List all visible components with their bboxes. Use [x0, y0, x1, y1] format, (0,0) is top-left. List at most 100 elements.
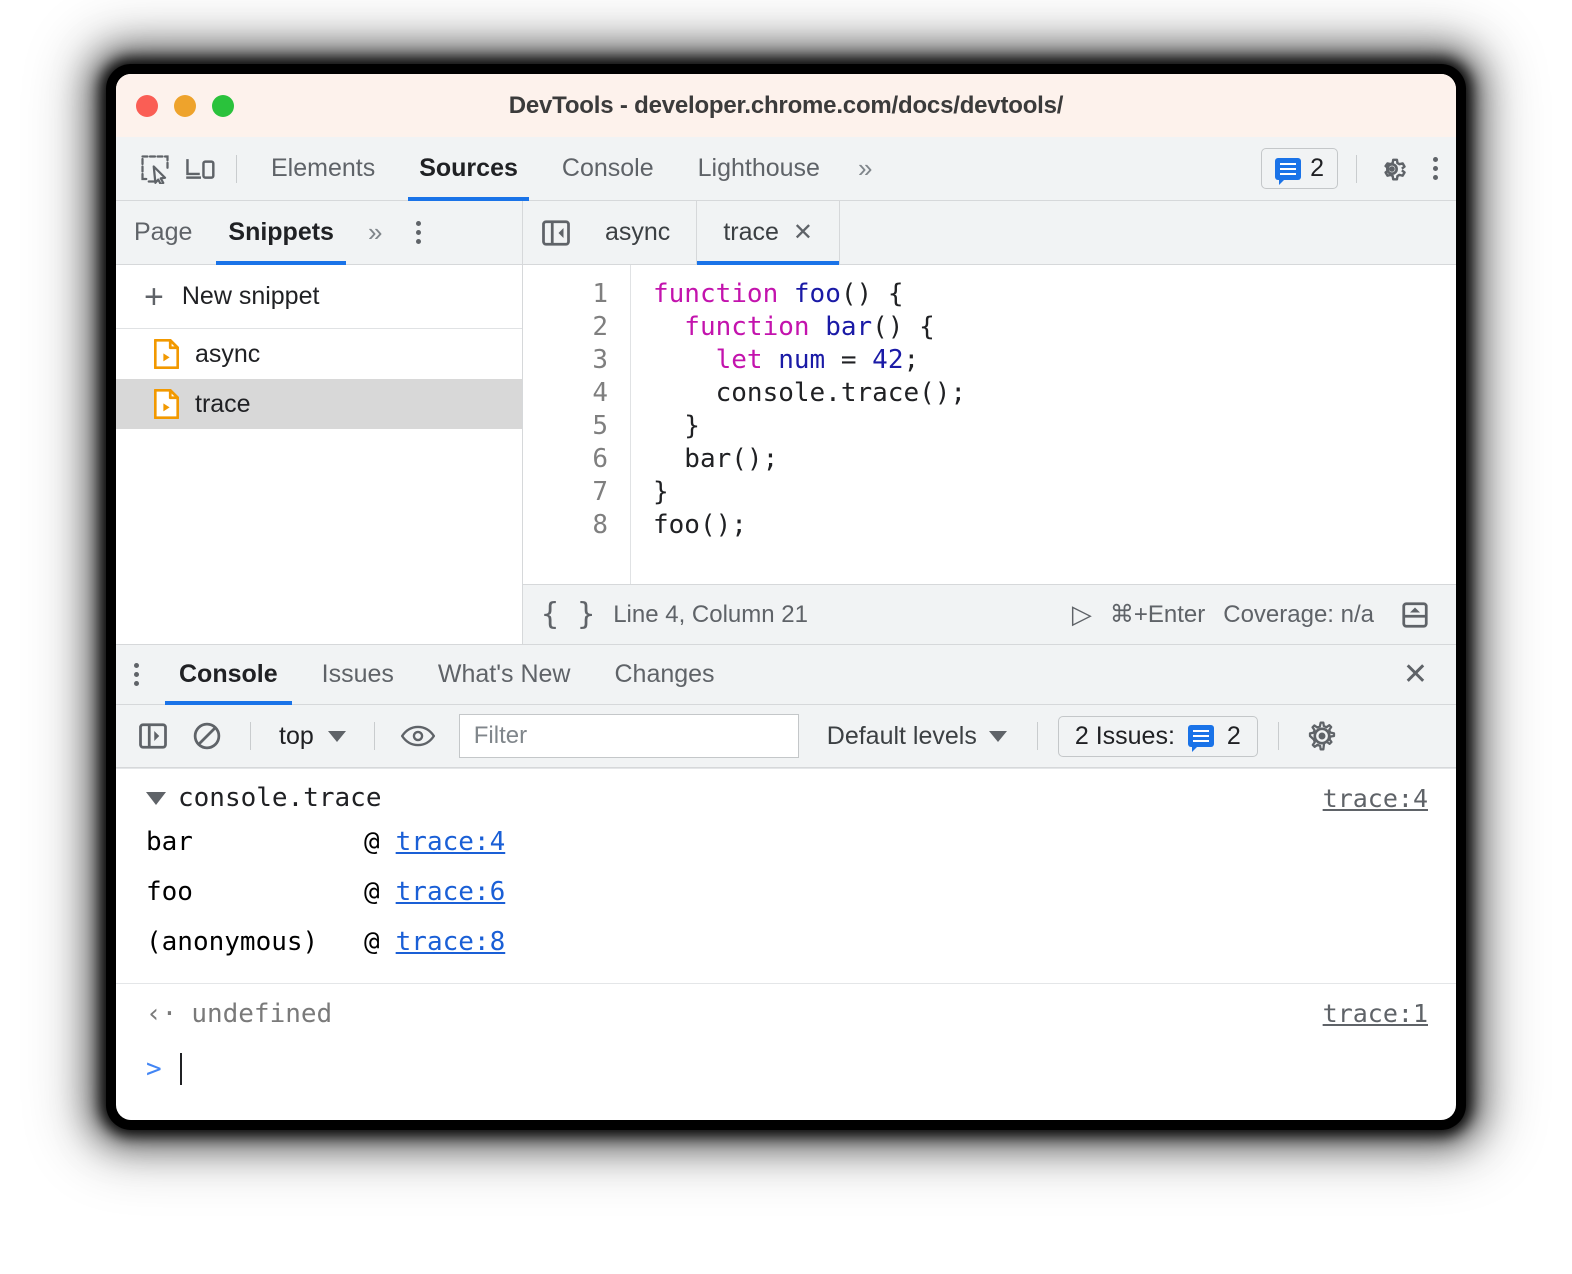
toolbar-divider-2 — [1356, 154, 1357, 183]
toolbar-divider — [236, 154, 237, 183]
title-bar: DevTools - developer.chrome.com/docs/dev… — [116, 74, 1456, 137]
more-tabs-icon[interactable]: » — [842, 153, 888, 184]
disclosure-triangle-icon[interactable] — [146, 791, 166, 805]
frame-function-name: bar — [146, 827, 193, 857]
code-line: function bar() { — [653, 312, 935, 342]
code-line: foo(); — [653, 510, 747, 540]
line-number: 8 — [592, 510, 608, 540]
plus-icon: + — [144, 277, 164, 316]
new-snippet-button[interactable]: + New snippet — [116, 265, 522, 329]
console-issues-count: 2 — [1226, 721, 1241, 750]
return-arrow-icon: ‹· — [146, 998, 178, 1029]
run-snippet-icon[interactable]: ▷ — [1072, 599, 1092, 630]
close-drawer-icon[interactable]: ✕ — [1403, 657, 1428, 692]
filter-placeholder: Filter — [473, 722, 528, 749]
tab-elements[interactable]: Elements — [249, 137, 397, 201]
sidebar-more-tabs-icon[interactable]: » — [352, 217, 398, 248]
stack-frame: foo @ trace:6 — [146, 867, 1428, 917]
sources-panel: Page Snippets » + New snippet async trac… — [116, 200, 1456, 644]
editor-tab-label[interactable]: async — [605, 218, 670, 247]
snippet-name: trace — [195, 389, 251, 418]
device-toolbar-icon[interactable] — [178, 146, 224, 192]
devtools-window: DevTools - developer.chrome.com/docs/dev… — [116, 74, 1456, 1120]
tab-sources[interactable]: Sources — [397, 137, 540, 201]
console-issues-button[interactable]: 2 Issues: 2 — [1057, 715, 1258, 757]
frame-at-symbol: @ — [364, 927, 380, 957]
context-value: top — [279, 721, 314, 750]
editor-tab-async: async — [579, 200, 698, 265]
console-prompt[interactable]: > — [116, 1043, 1456, 1095]
snippets-sidebar: Page Snippets » + New snippet async trac… — [116, 201, 523, 644]
code-area[interactable]: 1 2 3 4 5 6 7 8 function foo() { functio… — [523, 265, 1456, 584]
trace-source-link[interactable]: trace:4 — [1323, 784, 1428, 813]
chevron-down-icon — [988, 730, 1007, 742]
line-number: 5 — [592, 411, 608, 441]
console-result-row: ‹· undefined trace:1 — [116, 983, 1456, 1043]
snippet-file-icon — [154, 339, 179, 369]
frame-link[interactable]: trace:8 — [396, 917, 506, 967]
snippet-item-trace[interactable]: trace — [116, 379, 522, 429]
sidebar-tab-snippets[interactable]: Snippets — [210, 201, 352, 265]
pretty-print-icon[interactable]: { } — [541, 597, 595, 632]
frame-function-name: (anonymous) — [146, 927, 319, 957]
prompt-chevron-icon: > — [146, 1054, 162, 1084]
live-expression-icon[interactable] — [395, 713, 441, 759]
drawer-tab-whats-new[interactable]: What's New — [416, 645, 593, 705]
tab-lighthouse[interactable]: Lighthouse — [676, 137, 842, 201]
screenshot-stage: DevTools - developer.chrome.com/docs/dev… — [0, 0, 1572, 1274]
show-drawer-icon[interactable] — [1392, 592, 1438, 638]
snippet-item-async[interactable]: async — [116, 329, 522, 379]
console-settings-gear-icon[interactable] — [1299, 713, 1345, 759]
console-trace-message[interactable]: console.trace trace:4 bar @ trace:4 foo … — [116, 768, 1456, 983]
frame-at-symbol: @ — [364, 827, 380, 857]
inspect-element-icon[interactable] — [132, 146, 178, 192]
frame-link[interactable]: trace:4 — [396, 817, 506, 867]
stack-frame: (anonymous) @ trace:8 — [146, 917, 1428, 967]
code-line: let num = 42; — [653, 345, 920, 375]
text-cursor — [179, 1053, 182, 1085]
main-toolbar: Elements Sources Console Lighthouse » 2 — [116, 137, 1456, 201]
close-tab-icon[interactable]: ✕ — [793, 218, 813, 247]
line-number: 1 — [592, 279, 608, 309]
editor-tabbar: async trace ✕ — [523, 200, 1456, 265]
issues-count: 2 — [1310, 154, 1324, 182]
sidebar-kebab-menu-icon[interactable] — [398, 221, 439, 244]
console-sidebar-icon[interactable] — [130, 713, 176, 759]
line-number: 3 — [592, 345, 608, 375]
line-number: 2 — [592, 312, 608, 342]
gear-icon[interactable] — [1369, 146, 1415, 192]
drawer-tab-issues[interactable]: Issues — [300, 645, 416, 705]
tab-console[interactable]: Console — [540, 137, 676, 201]
drawer-tab-console[interactable]: Console — [157, 645, 300, 705]
editor-tab-trace: trace ✕ — [697, 200, 841, 265]
trace-title-text: console.trace — [178, 783, 382, 813]
filter-input[interactable]: Filter — [458, 714, 799, 758]
sidebar-tab-page[interactable]: Page — [116, 201, 210, 265]
console-drawer: Console Issues What's New Changes ✕ top … — [116, 644, 1456, 1095]
result-source-link[interactable]: trace:1 — [1323, 999, 1428, 1028]
snippet-file-icon — [154, 389, 179, 419]
kebab-menu-icon[interactable] — [1415, 157, 1456, 180]
clear-console-icon[interactable] — [184, 713, 230, 759]
editor-tab-label[interactable]: trace — [723, 218, 779, 247]
code-lines[interactable]: function foo() { function bar() { let nu… — [631, 265, 966, 584]
collapse-sidebar-icon[interactable] — [533, 210, 579, 256]
snippet-name: async — [195, 339, 261, 368]
result-value: ‹· undefined — [146, 999, 332, 1029]
line-number: 7 — [592, 477, 608, 507]
new-snippet-label: New snippet — [181, 282, 320, 310]
issues-bubble-icon — [1187, 725, 1214, 752]
frame-function-name: foo — [146, 877, 193, 907]
context-selector[interactable]: top — [271, 722, 354, 751]
trace-header[interactable]: console.trace — [146, 783, 382, 813]
frame-link[interactable]: trace:6 — [396, 867, 506, 917]
console-output: console.trace trace:4 bar @ trace:4 foo … — [116, 768, 1456, 1095]
cursor-position: Line 4, Column 21 — [613, 600, 808, 628]
code-line: console.trace(); — [653, 378, 967, 408]
log-levels-selector[interactable]: Default levels — [817, 722, 1017, 751]
drawer-tab-changes[interactable]: Changes — [592, 645, 736, 705]
code-line: } — [653, 477, 669, 507]
drawer-kebab-menu-icon[interactable] — [116, 663, 157, 686]
code-line: } — [653, 411, 700, 441]
issues-counter-button[interactable]: 2 — [1261, 148, 1338, 189]
